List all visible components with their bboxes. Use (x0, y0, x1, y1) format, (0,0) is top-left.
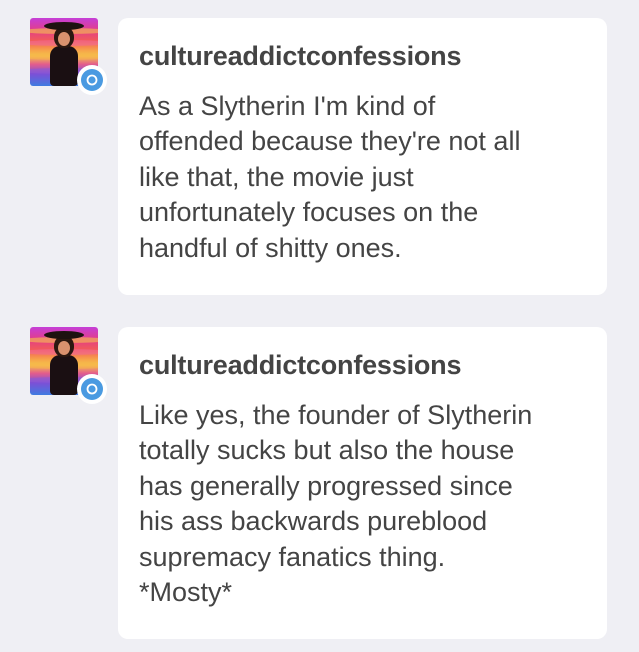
reply-username[interactable]: cultureaddictconfessions (139, 346, 587, 384)
avatar[interactable] (30, 327, 107, 404)
chat-bubble-icon (77, 65, 107, 95)
reply-username[interactable]: cultureaddictconfessions (139, 37, 587, 75)
chat-bubble-icon (77, 374, 107, 404)
reply-message: As a Slytherin I'm kind of offended beca… (139, 91, 521, 263)
reply-message: Like yes, the founder of Slytherin total… (139, 400, 533, 608)
avatar[interactable] (30, 18, 107, 95)
reply-bubble: cultureaddictconfessions Like yes, the f… (118, 327, 607, 639)
page: { "replies": [ { "username": "cultureadd… (0, 0, 639, 652)
reply-bubble: cultureaddictconfessions As a Slytherin … (118, 18, 607, 295)
